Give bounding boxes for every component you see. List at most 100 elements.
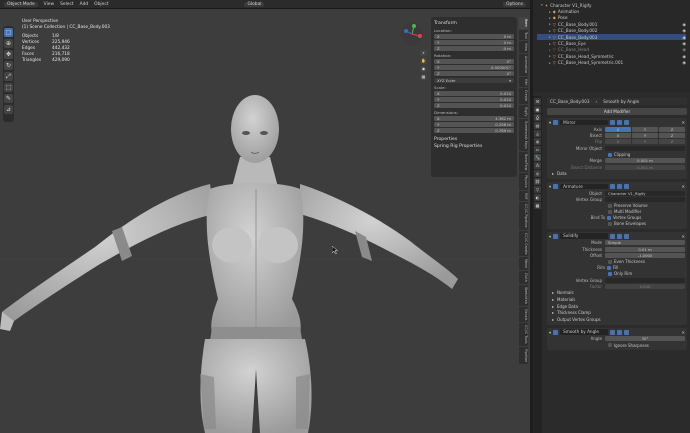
- tab-screencast[interactable]: Screencast Keys: [519, 119, 528, 151]
- render-toggle-icon[interactable]: [624, 120, 630, 125]
- armature-object-field[interactable]: Character V1_Rigify: [605, 190, 685, 196]
- expand-icon[interactable]: ▸: [552, 304, 554, 309]
- only-rim-checkbox[interactable]: [608, 271, 612, 276]
- edge-data-subpanel[interactable]: Edge Data: [557, 304, 578, 309]
- offset-field[interactable]: -1.0000: [605, 253, 685, 259]
- expand-icon[interactable]: ▸: [552, 317, 554, 322]
- expand-icon[interactable]: ▸: [549, 61, 551, 65]
- cursor-tool-icon[interactable]: ⊕: [4, 39, 13, 48]
- select-tool-icon[interactable]: ▢: [4, 28, 13, 37]
- material-icon[interactable]: ◐: [534, 194, 541, 201]
- outliner-item[interactable]: ▸ ◆ Animation: [537, 8, 686, 14]
- close-icon[interactable]: ✕: [681, 184, 685, 189]
- merge-distance-field[interactable]: 0.001 m: [605, 158, 685, 164]
- menu-select[interactable]: Select: [60, 2, 74, 7]
- menu-view[interactable]: View: [44, 2, 54, 7]
- eye-icon[interactable]: ◉: [682, 47, 686, 52]
- tab-rigify[interactable]: Rigify: [519, 104, 528, 119]
- grid-icon[interactable]: ▦: [420, 74, 427, 80]
- tab-create[interactable]: Create: [519, 88, 528, 104]
- annotate-tool-icon[interactable]: ✎: [4, 94, 13, 103]
- editmode-icon[interactable]: [610, 120, 616, 125]
- eye-icon[interactable]: ◉: [682, 41, 686, 46]
- tab-boneflow[interactable]: BoneFlow: [519, 151, 528, 173]
- properties-subpanel[interactable]: Properties: [434, 137, 514, 142]
- tab-tool[interactable]: Tool: [519, 29, 528, 41]
- add-modifier-button[interactable]: Add Modifier: [547, 108, 687, 115]
- modifier-name-field[interactable]: Solidify: [560, 233, 609, 239]
- vertex-group-field[interactable]: [605, 277, 685, 283]
- data-subpanel[interactable]: Data: [557, 171, 567, 176]
- spring-rig-subpanel[interactable]: Spring Rig Properties: [434, 144, 514, 149]
- editmode-icon[interactable]: [610, 233, 616, 239]
- viewport-icon[interactable]: [617, 183, 623, 189]
- bone-envelopes-checkbox[interactable]: [608, 221, 612, 226]
- eye-icon[interactable]: ◉: [682, 60, 686, 65]
- tab-decals[interactable]: Decals: [519, 307, 528, 323]
- dimension-x-field[interactable]: X 4.362 m: [434, 116, 514, 121]
- render-icon[interactable]: ▣: [534, 106, 541, 113]
- output-icon[interactable]: ⎙: [534, 114, 541, 121]
- editmode-icon[interactable]: [610, 183, 616, 189]
- physics-icon[interactable]: ◎: [534, 170, 541, 177]
- transform-header[interactable]: Transform: [434, 21, 514, 26]
- editmode-icon[interactable]: [610, 329, 616, 335]
- wrench-icon[interactable]: 🔧: [534, 154, 541, 161]
- even-thickness-checkbox[interactable]: [608, 259, 612, 264]
- axis-y-toggle[interactable]: Y: [632, 126, 658, 132]
- expand-icon[interactable]: ▸: [549, 35, 551, 39]
- tool-icon[interactable]: ⚒: [534, 98, 541, 105]
- expand-icon[interactable]: ▸: [549, 42, 551, 46]
- data-icon[interactable]: ▽: [534, 186, 541, 193]
- preserve-volume-checkbox[interactable]: [608, 203, 612, 208]
- materials-subpanel[interactable]: Materials: [557, 297, 575, 302]
- eye-icon[interactable]: ◉: [682, 28, 686, 33]
- expand-icon[interactable]: ▸: [549, 22, 551, 26]
- mirror-object-field[interactable]: [605, 145, 685, 151]
- orientation-selector[interactable]: Global: [244, 1, 265, 7]
- viewport-icon[interactable]: [617, 329, 623, 335]
- outliner-item[interactable]: ▸ ▽ CC_Base_Head ◉: [537, 47, 686, 53]
- scene-icon[interactable]: ◬: [534, 130, 541, 137]
- normals-subpanel[interactable]: Normals: [557, 290, 574, 295]
- move-tool-icon[interactable]: ✥: [4, 50, 13, 59]
- dimension-y-field[interactable]: Y 0.256 m: [434, 122, 514, 127]
- rotation-x-field[interactable]: X 0°: [434, 59, 514, 64]
- eye-icon[interactable]: ◉: [682, 54, 686, 59]
- bisect-x-toggle[interactable]: X: [605, 133, 631, 139]
- expand-icon[interactable]: ▸: [552, 310, 554, 315]
- scale-y-field[interactable]: Y 0.010: [434, 97, 514, 102]
- bisect-y-toggle[interactable]: Y: [632, 133, 658, 139]
- outliner-item[interactable]: ▸ ▽ CC_Base_Head_Symmetric.001 ◉: [537, 60, 686, 66]
- pan-icon[interactable]: ✋: [420, 58, 427, 64]
- tab-pipeline[interactable]: Pipeline: [519, 347, 528, 365]
- angle-field[interactable]: 30°: [605, 336, 685, 342]
- tab-animation[interactable]: Animation: [519, 54, 528, 76]
- scale-tool-icon[interactable]: ⤢: [4, 72, 13, 81]
- particles-icon[interactable]: ⁂: [534, 162, 541, 169]
- vertex-group-field[interactable]: [605, 197, 685, 203]
- outliner-item[interactable]: ▾ ✦ Character V1_Rigify: [537, 2, 686, 8]
- axis-z-toggle[interactable]: Z: [659, 126, 685, 132]
- collapse-icon[interactable]: ▾: [549, 184, 551, 189]
- tab-cc-pipeline[interactable]: CC/iC Pipeline: [519, 202, 528, 230]
- camera-icon[interactable]: ◉: [420, 66, 427, 72]
- scale-x-field[interactable]: X 0.010: [434, 91, 514, 96]
- output-vertex-groups-subpanel[interactable]: Output Vertex Groups: [557, 317, 601, 322]
- world-icon[interactable]: ◍: [534, 138, 541, 145]
- tab-view[interactable]: View: [519, 41, 528, 54]
- tab-cc-tools[interactable]: CC/iC Tools: [519, 323, 528, 347]
- constraints-icon[interactable]: ⛓: [534, 178, 541, 185]
- expand-icon[interactable]: ▸: [549, 29, 551, 33]
- tab-edit[interactable]: Edit: [519, 76, 528, 88]
- bisect-z-toggle[interactable]: Z: [659, 133, 685, 139]
- close-icon[interactable]: ✕: [681, 234, 685, 239]
- expand-icon[interactable]: ▸: [549, 16, 551, 20]
- tab-physics[interactable]: Physics: [519, 173, 528, 190]
- bisect-distance-field[interactable]: 0.001 m: [605, 164, 685, 170]
- measure-tool-icon[interactable]: ⊿: [4, 105, 13, 114]
- object-icon[interactable]: ▫: [534, 146, 541, 153]
- collapse-icon[interactable]: ▾: [549, 120, 551, 125]
- texture-icon[interactable]: ▩: [534, 202, 541, 209]
- axis-x-toggle[interactable]: X: [605, 126, 631, 132]
